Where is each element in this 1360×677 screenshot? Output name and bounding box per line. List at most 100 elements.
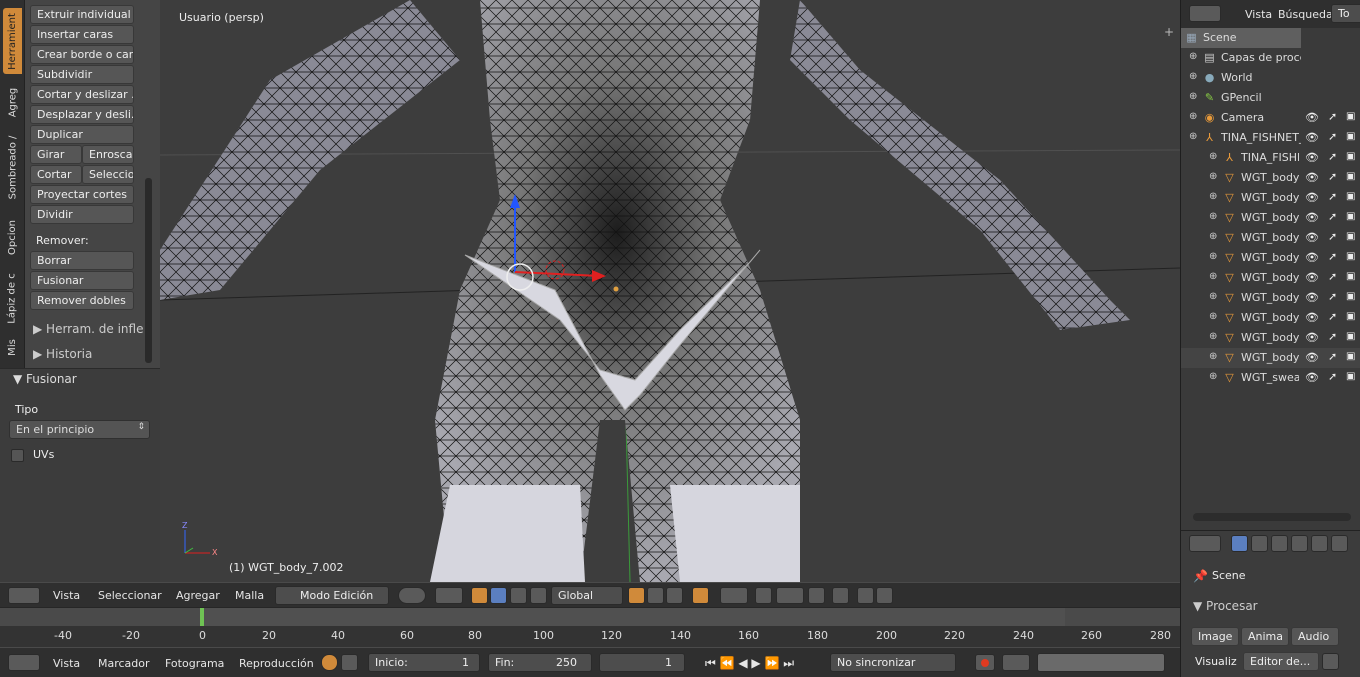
expand-toggle-icon[interactable]: ⊕ [1209,251,1217,262]
edge-select-icon[interactable] [647,587,664,604]
outliner-row[interactable]: ⊕ ▽ WGT_body_ 👁 ➚ ▣ [1181,228,1360,248]
menu-reproduccion[interactable]: Reproducción [239,654,314,673]
panel-history[interactable]: ▶ Historia [33,347,92,361]
render-animation-button[interactable]: Anima [1241,627,1289,646]
visibility-eye-icon[interactable]: 👁 [1305,271,1319,284]
expand-toggle-icon[interactable]: ⊕ [1209,151,1217,162]
renderable-camera-icon[interactable]: ▣ [1346,271,1355,282]
menu-busqueda[interactable]: Búsqueda [1278,5,1333,24]
outliner-row[interactable]: ⊕ ▽ WGT_body_ 👁 ➚ ▣ [1181,308,1360,328]
expand-toggle-icon[interactable]: ⊕ [1209,231,1217,242]
orientation-dropdown[interactable]: Global [551,586,623,605]
renderable-camera-icon[interactable]: ▣ [1346,331,1355,342]
outliner-row[interactable]: ⊕ ▽ WGT_body_ 👁 ➚ ▣ [1181,348,1360,368]
menu-vista-timeline[interactable]: Vista [53,654,80,673]
outliner-row[interactable]: ⊕ ✎ GPencil [1181,88,1360,108]
menu-vista[interactable]: Vista [53,586,80,605]
expand-toggle-icon[interactable]: ⊕ [1189,71,1197,82]
snap-target-icon[interactable] [832,587,849,604]
renderable-camera-icon[interactable]: ▣ [1346,151,1355,162]
outliner-row[interactable]: ⊕ ▽ WGT_body_ 👁 ➚ ▣ [1181,188,1360,208]
snap-toggle-icon[interactable] [808,587,825,604]
delete-button[interactable]: Borrar [30,251,134,270]
start-frame-field[interactable]: Inicio: 1 [368,653,480,672]
expand-toggle-icon[interactable]: ⊕ [1209,211,1217,222]
expand-toggle-icon[interactable]: ⊕ [1189,131,1197,142]
render-opengl-icon[interactable] [857,587,874,604]
constraints-tab-icon[interactable] [1331,535,1348,552]
inset-faces-button[interactable]: Insertar caras [30,25,134,44]
outliner-row[interactable]: ⊕ ● World [1181,68,1360,88]
outliner-row[interactable]: ⊕ ◉ Camera 👁 ➚ ▣ [1181,108,1360,128]
editor-type-3d-icon[interactable] [8,587,40,604]
timeline-cursor[interactable] [200,608,204,628]
snap-element-icon[interactable] [776,587,804,604]
proportional-edit-icon[interactable] [720,587,748,604]
selectable-cursor-icon[interactable]: ➚ [1328,310,1337,323]
object-tab-icon[interactable] [1311,535,1328,552]
menu-agregar[interactable]: Agregar [176,586,220,605]
record-icon[interactable] [975,654,995,671]
lock-interface-icon[interactable] [1322,653,1339,670]
tool-shelf-scrollbar[interactable] [145,178,152,363]
outliner[interactable]: ▦ Scene ⊕ ▤ Capas de proce ⊕ ● World ⊕ ✎ GPencil ⊕ ◉… [1180,28,1360,530]
visibility-eye-icon[interactable]: 👁 [1305,331,1319,344]
tab-sombreado[interactable]: Sombreado / [3,128,22,206]
rotate-icon[interactable] [510,587,527,604]
outliner-row[interactable]: ⊕ ▽ WGT_body_ 👁 ➚ ▣ [1181,328,1360,348]
outliner-row[interactable]: ▦ Scene [1181,28,1301,48]
duplicate-button[interactable]: Duplicar [30,125,134,144]
display-mode-dropdown-properties[interactable]: Editor de... [1243,652,1319,671]
scale-icon[interactable] [530,587,547,604]
pivot-point-icon[interactable] [435,587,463,604]
visibility-eye-icon[interactable]: 👁 [1305,111,1319,124]
renderable-camera-icon[interactable]: ▣ [1346,311,1355,322]
outliner-row[interactable]: ⊕ ▤ Capas de proce [1181,48,1360,68]
sync-mode-dropdown[interactable]: No sincronizar [830,653,956,672]
menu-seleccionar[interactable]: Seleccionar [98,586,162,605]
visibility-eye-icon[interactable]: 👁 [1305,211,1319,224]
selectable-cursor-icon[interactable]: ➚ [1328,370,1337,383]
renderable-camera-icon[interactable]: ▣ [1346,371,1355,382]
expand-toggle-icon[interactable]: ⊕ [1209,371,1217,382]
outliner-row[interactable]: ⊕ ▽ WGT_body_ 👁 ➚ ▣ [1181,248,1360,268]
render-animation-icon[interactable] [876,587,893,604]
translate-icon[interactable] [490,587,507,604]
knife-select-button[interactable]: Seleccio [82,165,134,184]
outliner-row[interactable]: ⊕ ▽ WGT_body_ 👁 ➚ ▣ [1181,268,1360,288]
expand-toggle-icon[interactable]: ⊕ [1209,271,1217,282]
menu-fotograma[interactable]: Fotograma [165,654,224,673]
limit-selection-icon[interactable] [692,587,709,604]
lock-icon[interactable] [341,654,358,671]
mode-dropdown[interactable]: Modo Edición [275,586,389,605]
knife-button[interactable]: Cortar [30,165,82,184]
render-audio-button[interactable]: Audio [1291,627,1339,646]
offset-edge-slide-button[interactable]: Desplazar y desli... [30,105,134,124]
tab-opciones[interactable]: Opcion [3,210,22,264]
editor-type-properties-icon[interactable] [1189,535,1221,552]
spin-button[interactable]: Girar [30,145,82,164]
visibility-eye-icon[interactable]: 👁 [1305,311,1319,324]
visibility-eye-icon[interactable]: 👁 [1305,251,1319,264]
expand-toggle-icon[interactable]: ⊕ [1209,191,1217,202]
selectable-cursor-icon[interactable]: ➚ [1328,170,1337,183]
subdivide-button[interactable]: Subdividir [30,65,134,84]
editor-type-outliner-icon[interactable] [1189,5,1221,22]
operator-panel-header[interactable]: ▼ Fusionar [13,372,77,386]
keying-set-field[interactable] [1037,653,1165,672]
selectable-cursor-icon[interactable]: ➚ [1328,290,1337,303]
visibility-eye-icon[interactable]: 👁 [1305,131,1319,144]
panel-shape-tools[interactable]: ▶ Herram. de infle [33,322,143,336]
screw-button[interactable]: Enroscar [82,145,134,164]
3d-viewport[interactable]: Usuario (persp) (1) WGT_body_7.002 Z X + [160,0,1180,582]
remove-doubles-button[interactable]: Remover dobles [30,291,134,310]
pin-icon[interactable]: 📌 [1193,569,1208,583]
visibility-eye-icon[interactable]: 👁 [1305,151,1319,164]
expand-toggle-icon[interactable]: ⊕ [1209,171,1217,182]
expand-toggle-icon[interactable]: ⊕ [1189,111,1197,122]
selectable-cursor-icon[interactable]: ➚ [1328,130,1337,143]
end-frame-field[interactable]: Fin: 250 [488,653,592,672]
selectable-cursor-icon[interactable]: ➚ [1328,210,1337,223]
visibility-eye-icon[interactable]: 👁 [1305,171,1319,184]
preview-range-icon[interactable] [321,654,338,671]
